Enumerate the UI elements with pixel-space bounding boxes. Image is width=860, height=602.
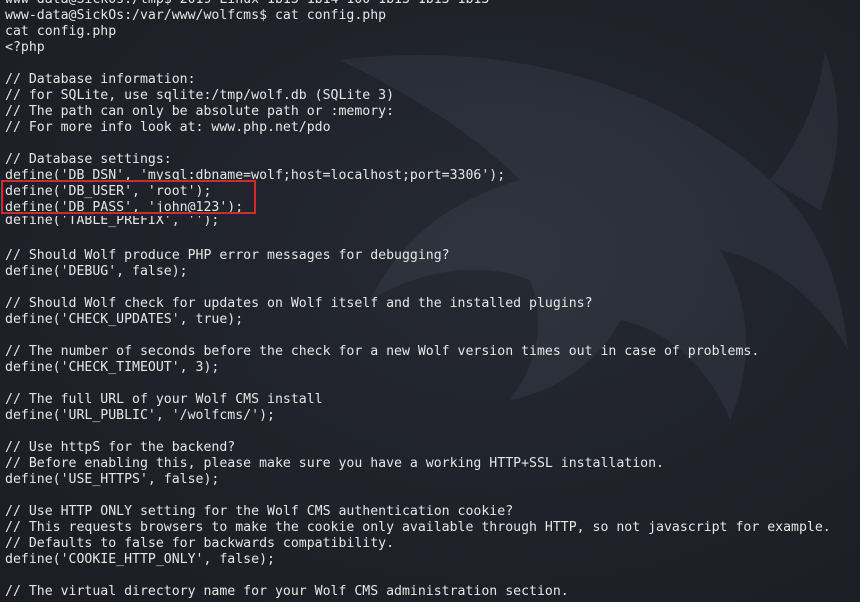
terminal-line: define('CHECK_TIMEOUT', 3); xyxy=(5,360,220,375)
terminal-line: // Defaults to false for backwards compa… xyxy=(5,536,395,551)
terminal-line: define('COOKIE_HTTP_ONLY', false); xyxy=(5,552,275,567)
terminal-line: // The full URL of your Wolf CMS install xyxy=(5,392,323,407)
terminal-window[interactable]: www-data@SickOs:/tmp$ 2019 Linux 1b13 1b… xyxy=(0,0,860,602)
terminal-line: // Should Wolf produce PHP error message… xyxy=(5,248,450,263)
terminal-line: // Database information: xyxy=(5,72,196,87)
terminal-line-db-user: define('DB_USER', 'root'); xyxy=(5,184,212,199)
terminal-line: define('URL_PUBLIC', '/wolfcms/'); xyxy=(5,408,275,423)
terminal-line-table-prefix: define('TABLE_PREFIX', ''); xyxy=(5,216,220,228)
terminal-prompt-line: www-data@SickOs:/var/www/wolfcms$ cat co… xyxy=(5,8,387,23)
terminal-line: <?php xyxy=(5,40,45,55)
terminal-line: // For more info look at: www.php.net/pd… xyxy=(5,120,331,135)
terminal-line: // The virtual directory name for your W… xyxy=(5,584,569,599)
terminal-line: define('DB_DSN', 'mysql:dbname=wolf;host… xyxy=(5,168,506,183)
terminal-line: define('DEBUG', false); xyxy=(5,264,188,279)
terminal-line: www-data@SickOs:/tmp$ 2019 Linux 1b13 1b… xyxy=(5,0,831,8)
terminal-line: // The path can only be absolute path or… xyxy=(5,104,395,119)
terminal-line: // Database settings: xyxy=(5,152,172,167)
terminal-line: // Before enabling this, please make sur… xyxy=(5,456,664,471)
terminal-line: // for SQLite, use sqlite:/tmp/wolf.db (… xyxy=(5,88,395,103)
terminal-line: // Use httpS for the backend? xyxy=(5,440,236,455)
terminal-line: define('USE_HTTPS', false); xyxy=(5,472,220,487)
terminal-line: // The number of seconds before the chec… xyxy=(5,344,760,359)
terminal-output: www-data@SickOs:/tmp$ 2019 Linux 1b13 1b… xyxy=(5,0,831,600)
terminal-line: // Should Wolf check for updates on Wolf… xyxy=(5,296,593,311)
terminal-line: // This requests browsers to make the co… xyxy=(5,520,831,535)
terminal-line: cat config.php xyxy=(5,24,117,39)
terminal-line: define('CHECK_UPDATES', true); xyxy=(5,312,244,327)
terminal-line: // Use HTTP ONLY setting for the Wolf CM… xyxy=(5,504,514,519)
terminal-line-db-pass: define('DB_PASS', 'john@123'); xyxy=(5,200,244,215)
